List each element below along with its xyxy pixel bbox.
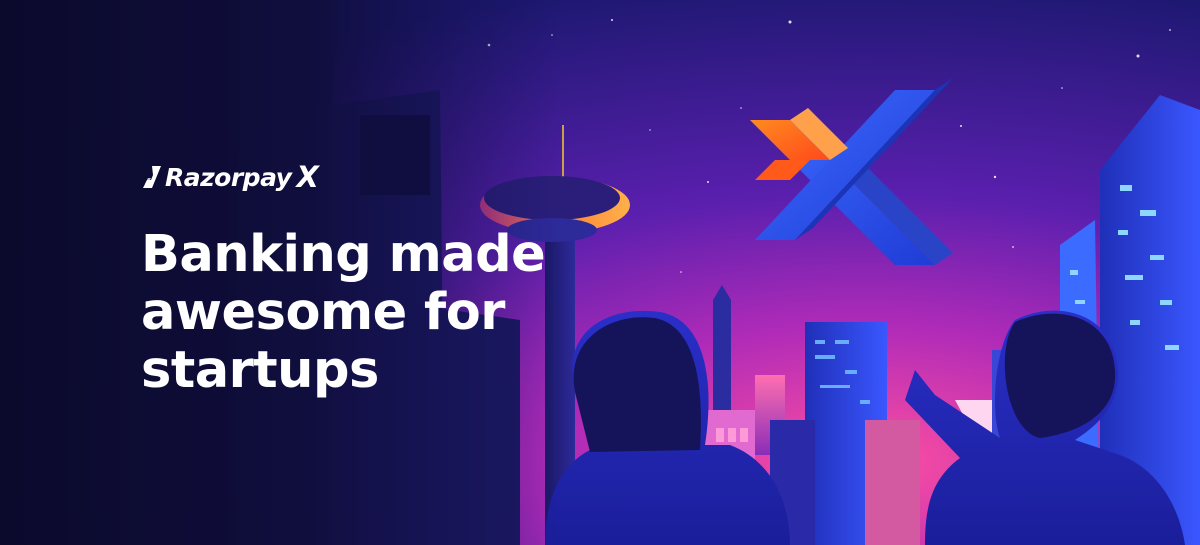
brand-name: Razorpay bbox=[165, 162, 292, 192]
hero-headline: Banking made awesome for startups bbox=[141, 225, 546, 400]
razorpay-mark-icon bbox=[143, 166, 161, 188]
headline-line-2: awesome for bbox=[141, 283, 505, 342]
razorpayx-logo[interactable]: Razorpay X bbox=[143, 160, 319, 194]
headline-line-1: Banking made bbox=[141, 225, 546, 284]
brand-suffix: X bbox=[296, 160, 319, 194]
headline-line-3: startups bbox=[141, 341, 379, 400]
hero-banner: Razorpay X Banking made awesome for star… bbox=[0, 0, 1200, 545]
